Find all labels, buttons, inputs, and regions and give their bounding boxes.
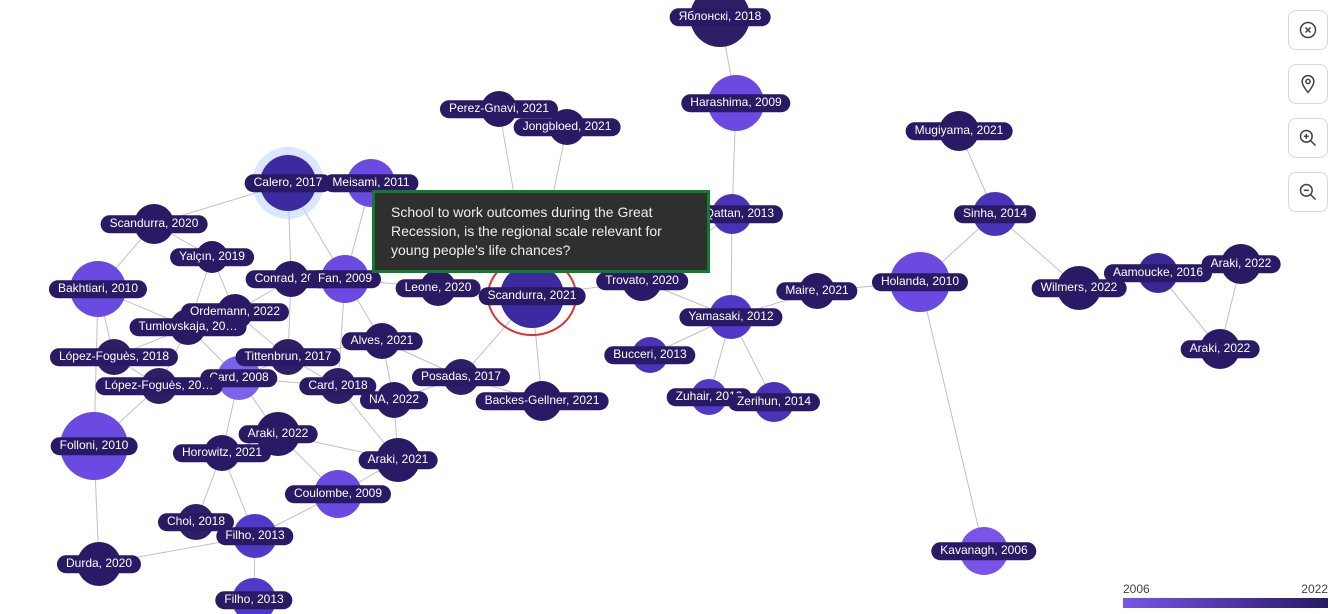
graph-edge	[99, 536, 255, 564]
graph-node[interactable]	[443, 359, 479, 395]
graph-node[interactable]	[376, 438, 420, 482]
graph-node[interactable]	[178, 504, 214, 540]
graph-node[interactable]	[256, 412, 300, 456]
reset-button[interactable]	[1288, 10, 1328, 50]
graph-node[interactable]	[321, 255, 369, 303]
location-pin-icon	[1298, 74, 1318, 94]
graph-node[interactable]	[141, 368, 177, 404]
graph-node[interactable]	[170, 309, 206, 345]
graph-node[interactable]	[481, 91, 517, 127]
graph-node[interactable]	[799, 273, 835, 309]
graph-node[interactable]	[233, 514, 277, 558]
graph-node[interactable]	[549, 109, 585, 145]
graph-node[interactable]	[60, 412, 128, 480]
graph-node[interactable]	[196, 241, 228, 273]
graph-node[interactable]	[96, 339, 132, 375]
graph-node[interactable]	[420, 270, 456, 306]
graph-node[interactable]	[217, 294, 253, 330]
graph-edge	[920, 282, 984, 551]
graph-node[interactable]	[960, 527, 1008, 575]
graph-node[interactable]	[973, 192, 1017, 236]
node-tooltip: School to work outcomes during the Great…	[372, 190, 710, 273]
graph-node[interactable]	[204, 435, 240, 471]
graph-node[interactable]	[708, 75, 764, 131]
graph-node[interactable]	[1221, 244, 1261, 284]
graph-node[interactable]	[232, 578, 276, 614]
graph-node[interactable]	[522, 381, 562, 421]
graph-node[interactable]	[632, 337, 668, 373]
graph-svg	[0, 0, 1338, 614]
graph-node[interactable]	[217, 356, 261, 400]
graph-node[interactable]	[260, 155, 316, 211]
locate-button[interactable]	[1288, 64, 1328, 104]
graph-node[interactable]	[320, 368, 356, 404]
graph-node[interactable]	[690, 0, 750, 47]
zoom-in-button[interactable]	[1288, 118, 1328, 158]
zoom-out-button[interactable]	[1288, 172, 1328, 212]
graph-node[interactable]	[712, 194, 752, 234]
graph-node[interactable]	[1200, 329, 1240, 369]
graph-node[interactable]	[77, 542, 121, 586]
graph-node[interactable]	[273, 261, 309, 297]
graph-node[interactable]	[376, 382, 412, 418]
graph-node[interactable]	[314, 470, 362, 518]
graph-node[interactable]	[939, 111, 979, 151]
graph-node[interactable]	[890, 252, 950, 312]
graph-node[interactable]	[1138, 253, 1178, 293]
zoom-in-icon	[1298, 128, 1318, 148]
legend-gradient	[1123, 598, 1328, 608]
graph-node[interactable]	[1057, 266, 1101, 310]
side-controls	[1288, 10, 1328, 212]
close-circle-icon	[1298, 20, 1318, 40]
tooltip-text: School to work outcomes during the Great…	[391, 204, 662, 258]
graph-node[interactable]	[134, 204, 174, 244]
graph-node[interactable]	[709, 295, 753, 339]
zoom-out-icon	[1298, 182, 1318, 202]
graph-node[interactable]	[70, 261, 126, 317]
graph-node[interactable]	[270, 339, 306, 375]
graph-node[interactable]	[754, 382, 794, 422]
legend-min-year: 2006	[1123, 582, 1150, 596]
graph-node[interactable]	[691, 379, 727, 415]
graph-canvas[interactable]: Яблонскі, 2018Harashima, 2009Perez-Gnavi…	[0, 0, 1338, 614]
year-legend: 2006 2022	[1123, 582, 1328, 608]
graph-node[interactable]	[364, 323, 400, 359]
legend-max-year: 2022	[1301, 582, 1328, 596]
graph-node[interactable]	[500, 264, 564, 328]
